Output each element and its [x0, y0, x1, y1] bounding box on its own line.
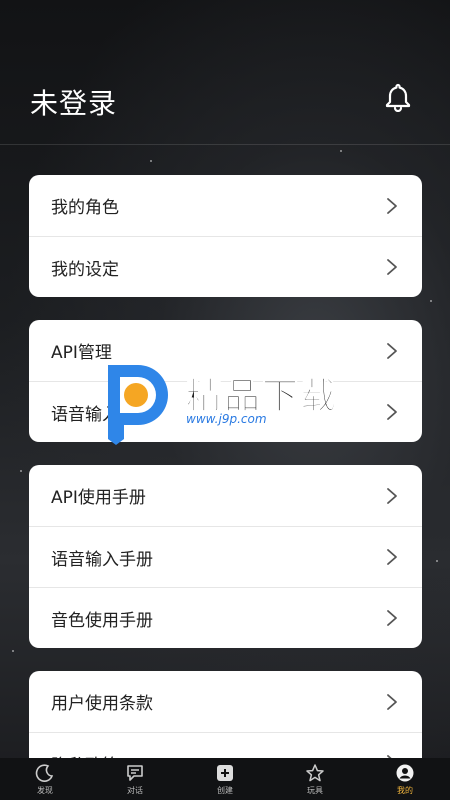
tab-toys[interactable]: 玩具	[270, 758, 360, 800]
plus-square-icon	[217, 764, 233, 781]
menu-item-label: API管理	[51, 343, 112, 363]
bottom-tab-bar: 发现 对话 创建 玩具 我的	[0, 758, 450, 800]
card-profile: 我的角色 我的设定	[29, 175, 422, 297]
menu-item-api-manual[interactable]: API使用手册	[29, 465, 422, 526]
chevron-right-icon	[387, 197, 397, 214]
chevron-right-icon	[387, 693, 397, 710]
card-manuals: API使用手册 语音输入手册 音色使用手册	[29, 465, 422, 648]
tab-mine[interactable]: 我的	[360, 758, 450, 800]
menu-item-voice-input-manual[interactable]: 语音输入手册	[29, 526, 422, 587]
tab-label: 对话	[127, 785, 143, 795]
chat-icon	[127, 764, 143, 781]
star-icon	[306, 763, 324, 781]
menu-item-label: 语音输入配置	[51, 404, 153, 425]
menu-item-label: 语音输入手册	[51, 549, 153, 570]
chevron-right-icon	[387, 487, 397, 504]
menu-item-my-settings[interactable]: 我的设定	[29, 236, 422, 297]
header: 未登录	[0, 0, 450, 145]
tab-label: 我的	[397, 785, 413, 795]
page-title: 未登录	[30, 87, 118, 120]
user-icon	[396, 764, 414, 781]
menu-item-label: 用户使用条款	[51, 694, 153, 714]
menu-item-voice-input-config[interactable]: 语音输入配置	[29, 381, 422, 442]
menu-item-label: 我的角色	[51, 198, 119, 218]
menu-item-label: API使用手册	[51, 488, 146, 508]
card-config: API管理 语音输入配置	[29, 320, 422, 442]
chevron-right-icon	[387, 404, 397, 420]
chevron-right-icon	[387, 610, 397, 626]
tab-label: 玩具	[307, 785, 323, 795]
tab-create[interactable]: 创建	[180, 758, 270, 800]
chevron-right-icon	[387, 342, 397, 359]
tab-discover[interactable]: 发现	[0, 758, 90, 800]
notification-bell-icon[interactable]	[384, 82, 412, 113]
menu-item-terms[interactable]: 用户使用条款	[29, 671, 422, 732]
menu-item-label: 我的设定	[51, 259, 119, 280]
menu-item-my-roles[interactable]: 我的角色	[29, 175, 422, 236]
menu-item-label: 音色使用手册	[51, 610, 153, 631]
tab-label: 创建	[217, 785, 233, 795]
tab-chat[interactable]: 对话	[90, 758, 180, 800]
menu-item-api-management[interactable]: API管理	[29, 320, 422, 381]
tab-label: 发现	[37, 785, 53, 795]
chevron-right-icon	[387, 259, 397, 275]
menu-item-voice-tone-manual[interactable]: 音色使用手册	[29, 587, 422, 648]
chevron-right-icon	[387, 549, 397, 565]
moon-icon	[35, 763, 54, 782]
